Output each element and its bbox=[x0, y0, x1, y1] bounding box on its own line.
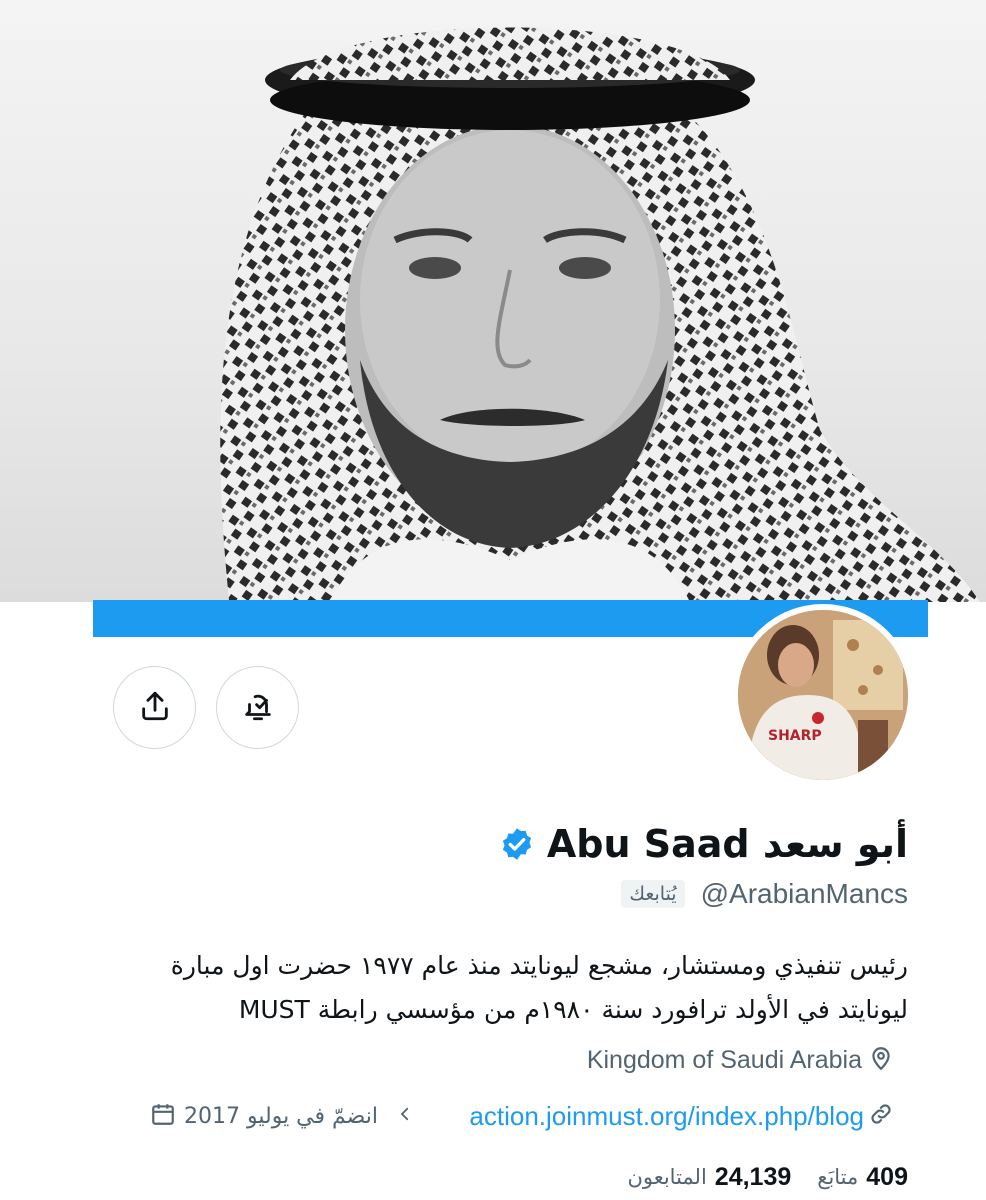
share-icon bbox=[138, 689, 172, 727]
website-link-text[interactable]: action.joinmust.org/index.php/blog bbox=[469, 1101, 864, 1132]
profile-meta-row: انضمّ في يوليو 2017 action.joinmust.org/… bbox=[150, 1096, 894, 1136]
profile-name-row: أبو سعد Abu Saad bbox=[499, 820, 908, 868]
following-label: متابَع bbox=[817, 1165, 859, 1189]
joined-text: انضمّ في يوليو 2017 bbox=[184, 1103, 378, 1129]
location-pin-icon bbox=[868, 1045, 894, 1075]
profile-stats: 409 متابَع 24,139 المتابعون bbox=[627, 1158, 908, 1196]
followers-count: 24,139 bbox=[714, 1162, 792, 1191]
profile-avatar[interactable]: SHARP bbox=[732, 604, 914, 786]
profile-bio: رئيس تنفيذي ومستشار، مشجع ليونايتد منذ ع… bbox=[170, 951, 908, 1024]
verified-badge-icon[interactable] bbox=[499, 826, 535, 862]
followers-label: المتابعون bbox=[627, 1165, 707, 1189]
profile-display-name: أبو سعد Abu Saad bbox=[546, 822, 908, 866]
location-text: Kingdom of Saudi Arabia bbox=[586, 1045, 862, 1074]
profile-banner[interactable] bbox=[0, 0, 986, 602]
banner-portrait-image bbox=[220, 27, 980, 602]
link-icon bbox=[868, 1101, 894, 1131]
avatar-photo: SHARP bbox=[738, 610, 908, 780]
following-stat[interactable]: 409 متابَع bbox=[817, 1163, 908, 1192]
profile-joined-date: انضمّ في يوليو 2017 bbox=[150, 1101, 414, 1131]
profile-website-link[interactable]: action.joinmust.org/index.php/blog bbox=[469, 1101, 894, 1132]
profile-handle: @ArabianMancs bbox=[700, 878, 908, 909]
follows-you-badge: يُتابعك bbox=[621, 880, 685, 908]
profile-location: Kingdom of Saudi Arabia bbox=[587, 1042, 894, 1078]
following-count: 409 bbox=[866, 1162, 908, 1191]
svg-text:SHARP: SHARP bbox=[768, 728, 822, 744]
profile-handle-row: يُتابعك @ArabianMancs bbox=[621, 874, 908, 914]
share-button[interactable] bbox=[113, 666, 196, 749]
calendar-icon bbox=[150, 1101, 176, 1131]
bell-check-icon bbox=[241, 689, 275, 727]
notifications-button[interactable] bbox=[216, 666, 299, 749]
followers-stat[interactable]: 24,139 المتابعون bbox=[627, 1163, 791, 1192]
chevron-left-icon bbox=[396, 1105, 414, 1127]
